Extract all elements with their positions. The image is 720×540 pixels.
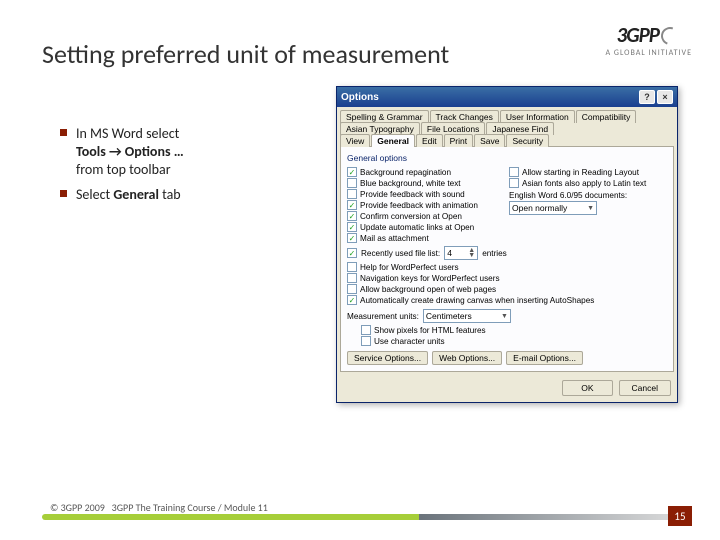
close-button[interactable]: ×	[657, 90, 673, 104]
tab-security[interactable]: Security	[506, 134, 549, 147]
tab-save[interactable]: Save	[474, 134, 505, 147]
bullet-2: Select General tab	[60, 186, 290, 204]
dialog-titlebar: Options ? ×	[337, 87, 677, 107]
tab-view[interactable]: View	[340, 134, 370, 147]
cb-update-links[interactable]	[347, 222, 357, 232]
cb-wp-help[interactable]	[347, 262, 357, 272]
chevron-down-icon: ▼	[587, 205, 594, 212]
tab-general[interactable]: General	[371, 134, 415, 147]
options-dialog: Options ? × Spelling & Grammar Track Cha…	[336, 86, 678, 403]
chevron-down-icon: ▼	[501, 313, 508, 320]
tab-edit[interactable]: Edit	[416, 134, 443, 147]
logo-3gpp: 3GPP A GLOBAL INITIATIVE	[605, 22, 692, 58]
page-number: 15	[668, 506, 692, 526]
measurement-label: Measurement units:	[347, 312, 419, 321]
general-panel: General options Background repagination …	[340, 146, 674, 372]
service-options-button[interactable]: Service Options...	[347, 351, 428, 365]
bullet-1: In MS Word select Tools → Options … from…	[60, 125, 290, 180]
cb-char-units[interactable]	[361, 336, 371, 346]
web-options-button[interactable]: Web Options...	[432, 351, 502, 365]
cb-pixels-html[interactable]	[361, 325, 371, 335]
section-label: General options	[347, 153, 667, 163]
cb-nav-keys[interactable]	[347, 273, 357, 283]
cb-bg-open-web[interactable]	[347, 284, 357, 294]
cb-autoshapes[interactable]	[347, 295, 357, 305]
ew-combo[interactable]: Open normally▼	[509, 201, 597, 215]
cb-recent-list[interactable]	[347, 248, 357, 258]
email-options-button[interactable]: E-mail Options...	[506, 351, 583, 365]
cb-mail-attach[interactable]	[347, 233, 357, 243]
swirl-icon	[658, 24, 682, 48]
slide-title: Setting preferred unit of measurement	[42, 38, 449, 70]
slide-footer: © 3GPP 2009 3GPP The Training Course / M…	[0, 501, 720, 514]
help-button[interactable]: ?	[639, 90, 655, 104]
tab-strip: Spelling & Grammar Track Changes User In…	[337, 107, 677, 146]
cb-blue-bg[interactable]	[347, 178, 357, 188]
cb-bg-repag[interactable]	[347, 167, 357, 177]
measurement-combo[interactable]: Centimeters▼	[423, 309, 511, 323]
cb-reading-layout[interactable]	[509, 167, 519, 177]
cb-animation[interactable]	[347, 200, 357, 210]
dialog-title: Options	[341, 92, 379, 103]
bullet-list: In MS Word select Tools → Options … from…	[60, 125, 290, 210]
tab-print[interactable]: Print	[444, 134, 473, 147]
recent-spinner[interactable]: 4▲▼	[444, 246, 478, 260]
cb-asian-fonts[interactable]	[509, 178, 519, 188]
cb-confirm-open[interactable]	[347, 211, 357, 221]
cancel-button[interactable]: Cancel	[619, 380, 671, 396]
ok-button[interactable]: OK	[562, 380, 612, 396]
cb-sound[interactable]	[347, 189, 357, 199]
footer-accent-bar	[42, 514, 692, 520]
